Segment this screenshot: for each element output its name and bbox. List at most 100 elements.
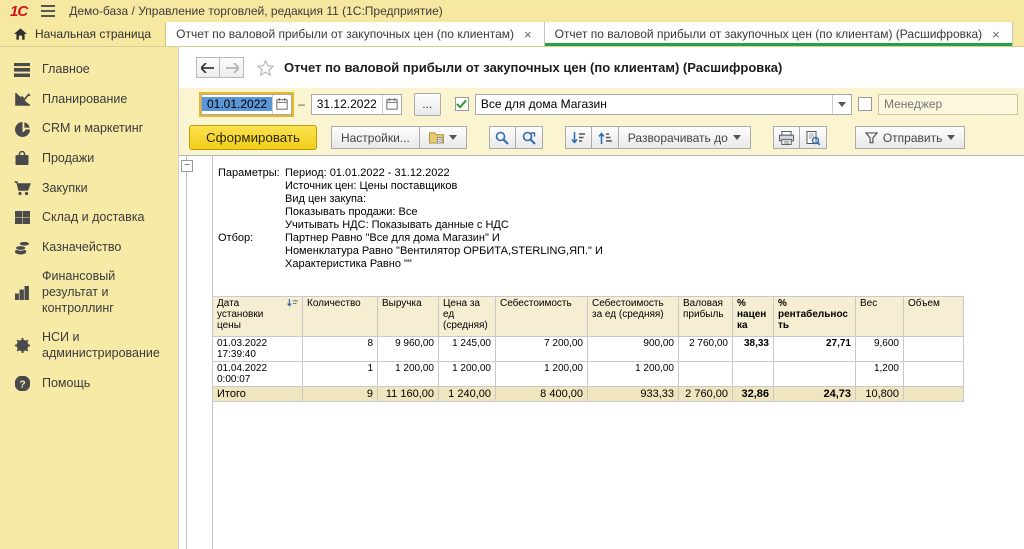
report-table: Дата установки цены Количество Выручка Ц… bbox=[212, 296, 964, 402]
chevron-down-icon bbox=[947, 135, 956, 140]
table-row[interactable]: 01.03.2022 17:39:40 8 9 960,00 1 245,00 … bbox=[212, 336, 964, 362]
tab-label: Отчет по валовой прибыли от закупочных ц… bbox=[554, 27, 983, 41]
home-icon bbox=[14, 28, 27, 40]
parameter-line: Вид цен закупа: bbox=[285, 193, 367, 205]
filter-line: Номенклатура Равно "Вентилятор ОРБИТА,ST… bbox=[285, 245, 603, 257]
filter-row: 01.01.2022 – 31.12.2022 ... Все для дома… bbox=[179, 88, 1024, 120]
sidebar-item-main[interactable]: Главное bbox=[0, 55, 178, 85]
filter-line: Партнер Равно "Все для дома Магазин" И bbox=[285, 232, 500, 244]
coins-icon bbox=[13, 240, 31, 255]
tab-close-icon[interactable]: × bbox=[990, 27, 1002, 42]
parameter-line: Период: 01.01.2022 - 31.12.2022 bbox=[285, 167, 450, 179]
column-header[interactable]: % наценка bbox=[732, 296, 774, 337]
column-header[interactable]: Себестоимость bbox=[495, 296, 588, 337]
chevron-down-icon[interactable] bbox=[832, 94, 851, 114]
sidebar-item-crm[interactable]: CRM и маркетинг bbox=[0, 114, 178, 144]
cell-date: 01.04.2022 0:00:07 bbox=[212, 361, 303, 387]
sidebar-item-help[interactable]: ? Помощь bbox=[0, 369, 178, 399]
parameter-line: Источник цен: Цены поставщиков bbox=[285, 180, 458, 192]
search-next-button[interactable] bbox=[515, 126, 543, 149]
report-variants-button[interactable] bbox=[419, 126, 467, 149]
column-header[interactable]: Выручка bbox=[377, 296, 439, 337]
back-button[interactable] bbox=[196, 57, 220, 78]
calendar-icon[interactable] bbox=[272, 94, 292, 114]
cell-total-label: Итого bbox=[212, 386, 303, 402]
column-header[interactable]: Вес bbox=[855, 296, 904, 337]
search-refresh-icon bbox=[522, 131, 536, 145]
generate-button[interactable]: Сформировать bbox=[189, 125, 317, 150]
manager-field[interactable] bbox=[878, 93, 1018, 115]
sidebar-item-treasury[interactable]: Казначейство bbox=[0, 233, 178, 263]
help-icon: ? bbox=[13, 375, 31, 391]
collapse-group-icon[interactable]: − bbox=[181, 160, 193, 172]
report-toolbar: Сформировать Настройки... Разворачивать … bbox=[179, 120, 1024, 155]
column-header[interactable]: Количество bbox=[302, 296, 378, 337]
preview-icon bbox=[806, 130, 820, 145]
funnel-icon bbox=[864, 131, 878, 143]
column-header[interactable]: % рентабельность bbox=[773, 296, 856, 337]
print-preview-button[interactable] bbox=[799, 126, 827, 149]
parameter-line: Показывать продажи: Все bbox=[285, 206, 418, 218]
period-from-field[interactable]: 01.01.2022 bbox=[198, 91, 295, 117]
column-header[interactable]: Валовая прибыль bbox=[678, 296, 733, 337]
arrow-left-icon bbox=[201, 62, 214, 73]
sidebar-item-finance[interactable]: Финансовый результат и контроллинг bbox=[0, 262, 178, 323]
arrow-right-icon bbox=[225, 62, 239, 73]
sidebar-item-planning[interactable]: Планирование bbox=[0, 85, 178, 115]
tab-home-label: Начальная страница bbox=[35, 27, 152, 41]
cart-icon bbox=[13, 181, 31, 196]
sidebar-item-warehouse[interactable]: Склад и доставка bbox=[0, 203, 178, 233]
expand-to-button[interactable]: Разворачивать до bbox=[618, 126, 751, 149]
main-menu-icon[interactable] bbox=[41, 5, 56, 17]
calendar-icon[interactable] bbox=[381, 94, 401, 114]
period-dash: – bbox=[298, 97, 305, 111]
report-parameters: Параметры: Период: 01.01.2022 - 31.12.20… bbox=[218, 167, 603, 271]
sidebar-item-sales[interactable]: Продажи bbox=[0, 144, 178, 174]
filter-line: Характеристика Равно "" bbox=[285, 258, 412, 270]
sidebar-item-admin[interactable]: НСИ и администрирование bbox=[0, 323, 178, 368]
forward-button[interactable] bbox=[220, 57, 244, 78]
grid-icon bbox=[13, 211, 31, 225]
expand-rows-button[interactable] bbox=[591, 126, 619, 149]
gear-icon bbox=[13, 338, 31, 354]
favorite-star-icon[interactable] bbox=[257, 59, 274, 76]
sort-icon bbox=[287, 299, 298, 311]
chevron-down-icon bbox=[732, 135, 741, 140]
column-header[interactable]: Дата установки цены bbox=[212, 296, 303, 337]
print-button[interactable] bbox=[772, 126, 800, 149]
period-more-button[interactable]: ... bbox=[413, 92, 441, 116]
report-header-row: Отчет по валовой прибыли от закупочных ц… bbox=[179, 47, 1024, 88]
send-button[interactable]: Отправить bbox=[854, 126, 966, 149]
tab-report[interactable]: Отчет по валовой прибыли от закупочных ц… bbox=[166, 22, 545, 46]
partner-combobox[interactable]: Все для дома Магазин bbox=[474, 93, 852, 115]
sort-descending-icon bbox=[571, 131, 586, 144]
period-to-field[interactable]: 31.12.2022 bbox=[310, 93, 402, 115]
manager-checkbox[interactable] bbox=[858, 97, 872, 111]
report-left-border bbox=[186, 156, 187, 549]
collapse-rows-button[interactable] bbox=[564, 126, 592, 149]
page-title: Отчет по валовой прибыли от закупочных ц… bbox=[284, 60, 783, 75]
column-header[interactable]: Цена за ед (средняя) bbox=[438, 296, 496, 337]
sidebar: Главное Планирование CRM и маркетинг Про… bbox=[0, 47, 178, 549]
svg-text:?: ? bbox=[19, 379, 25, 390]
parameters-label: Параметры: bbox=[218, 167, 280, 179]
partner-checkbox[interactable] bbox=[454, 97, 469, 111]
app-window: 1С Демо-база / Управление торговлей, ред… bbox=[0, 0, 1024, 549]
search-button[interactable] bbox=[488, 126, 516, 149]
1c-logo: 1С bbox=[10, 2, 28, 20]
checkmark-icon bbox=[456, 99, 468, 109]
tab-bar: Начальная страница Отчет по валовой приб… bbox=[0, 22, 1024, 47]
tab-close-icon[interactable]: × bbox=[522, 27, 534, 42]
parameter-line: Учитывать НДС: Показывать данные с НДС bbox=[285, 219, 509, 231]
tab-home[interactable]: Начальная страница bbox=[0, 22, 167, 46]
column-header[interactable]: Себестоимость за ед (средняя) bbox=[587, 296, 679, 337]
sidebar-item-purchases[interactable]: Закупки bbox=[0, 174, 178, 204]
settings-button[interactable]: Настройки... bbox=[330, 126, 420, 149]
table-header-row: Дата установки цены Количество Выручка Ц… bbox=[212, 296, 964, 337]
table-row[interactable]: 01.04.2022 0:00:07 1 1 200,00 1 200,00 1… bbox=[212, 361, 964, 387]
table-total-row[interactable]: Итого 9 11 160,00 1 240,00 8 400,00 933,… bbox=[212, 386, 964, 402]
sort-ascending-icon bbox=[598, 131, 612, 144]
tab-report-detail[interactable]: Отчет по валовой прибыли от закупочных ц… bbox=[544, 22, 1013, 46]
bar-chart-icon bbox=[13, 285, 31, 300]
column-header[interactable]: Объем bbox=[903, 296, 964, 337]
